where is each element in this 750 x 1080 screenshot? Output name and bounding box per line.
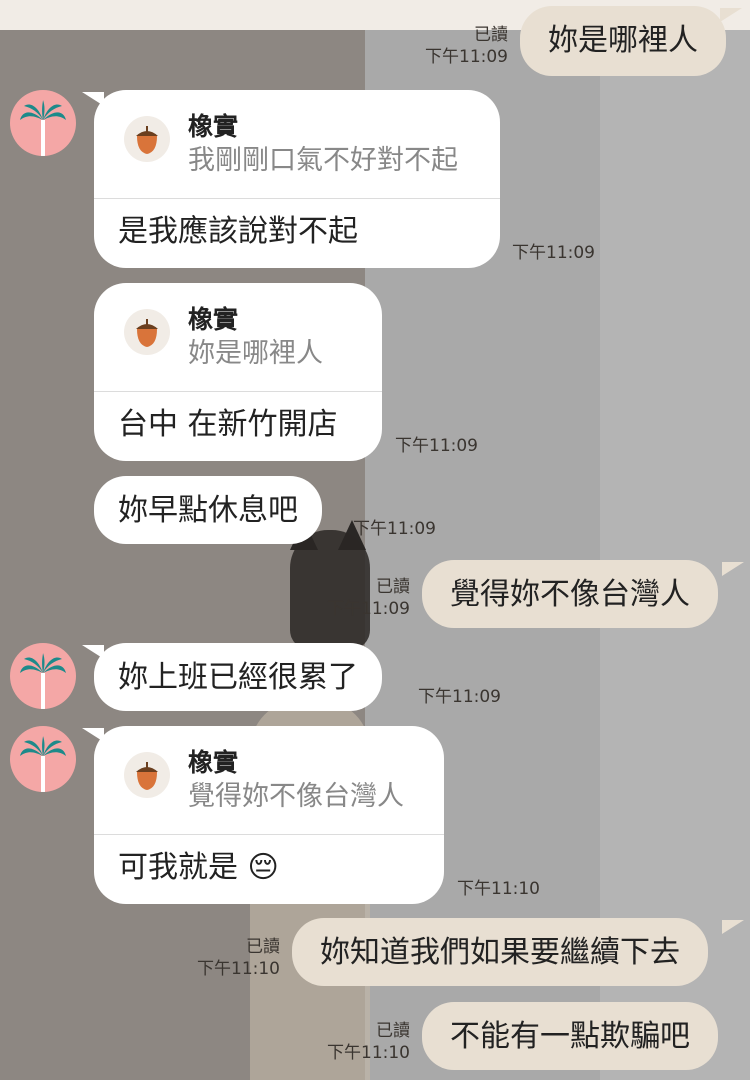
message-text: 妳上班已經很累了 <box>118 660 358 695</box>
quoted-message[interactable]: 橡實 妳是哪裡人 <box>94 283 382 392</box>
avatar[interactable] <box>10 643 76 709</box>
acorn-icon <box>136 319 158 347</box>
acorn-icon <box>136 126 158 154</box>
message-bubble[interactable]: 橡實 覺得妳不像台灣人 可我就是 😔 <box>94 726 444 904</box>
message-bubble[interactable]: 橡實 妳是哪裡人 台中 在新竹開店 <box>94 283 382 461</box>
message-text: 是我應該說對不起 <box>118 214 358 249</box>
timestamp: 下午11:09 <box>327 599 410 619</box>
message-bubble[interactable]: 覺得妳不像台灣人 <box>422 560 718 628</box>
message-text: 妳是哪裡人 <box>548 23 698 58</box>
message-text: 可我就是 <box>118 850 238 885</box>
palm-tree-icon <box>20 736 66 792</box>
message-text: 覺得妳不像台灣人 <box>450 577 690 612</box>
acorn-icon <box>136 762 158 790</box>
quote-sender: 橡實 <box>188 112 239 141</box>
timestamp: 下午11:10 <box>327 1043 410 1063</box>
quoted-message[interactable]: 橡實 我剛剛口氣不好對不起 <box>94 90 500 199</box>
avatar[interactable] <box>10 726 76 792</box>
timestamp: 下午11:10 <box>457 879 540 899</box>
message-bubble[interactable]: 妳上班已經很累了 <box>94 643 382 711</box>
message-bubble[interactable]: 妳是哪裡人 <box>520 6 726 76</box>
quote-sender: 橡實 <box>188 748 239 777</box>
timestamp: 下午11:09 <box>512 243 595 263</box>
avatar[interactable] <box>10 90 76 156</box>
message-bubble[interactable]: 不能有一點欺騙吧 <box>422 1002 718 1070</box>
message-bubble[interactable]: 妳知道我們如果要繼續下去 <box>292 918 708 986</box>
message-bubble[interactable]: 妳早點休息吧 <box>94 476 322 544</box>
message-text: 妳知道我們如果要繼續下去 <box>320 935 680 970</box>
read-receipt: 已讀 <box>376 1021 410 1041</box>
timestamp: 下午11:09 <box>418 687 501 707</box>
message-bubble[interactable]: 橡實 我剛剛口氣不好對不起 是我應該說對不起 <box>94 90 500 268</box>
read-receipt: 已讀 <box>376 577 410 597</box>
palm-tree-icon <box>20 100 66 156</box>
read-receipt: 已讀 <box>246 937 280 957</box>
quote-sender: 橡實 <box>188 305 239 334</box>
message-text: 妳早點休息吧 <box>118 493 298 528</box>
quoted-message[interactable]: 橡實 覺得妳不像台灣人 <box>94 726 444 835</box>
timestamp: 下午11:10 <box>197 959 280 979</box>
quote-text: 我剛剛口氣不好對不起 <box>188 145 458 176</box>
quote-text: 妳是哪裡人 <box>188 338 323 369</box>
read-receipt: 已讀 <box>474 25 508 45</box>
quote-text: 覺得妳不像台灣人 <box>188 781 404 812</box>
timestamp: 下午11:09 <box>395 436 478 456</box>
pensive-emoji-icon: 😔 <box>247 850 279 885</box>
message-text: 不能有一點欺騙吧 <box>450 1019 690 1054</box>
timestamp: 下午11:09 <box>353 519 436 539</box>
timestamp: 下午11:09 <box>425 47 508 67</box>
message-text: 台中 在新竹開店 <box>118 407 338 442</box>
palm-tree-icon <box>20 653 66 709</box>
